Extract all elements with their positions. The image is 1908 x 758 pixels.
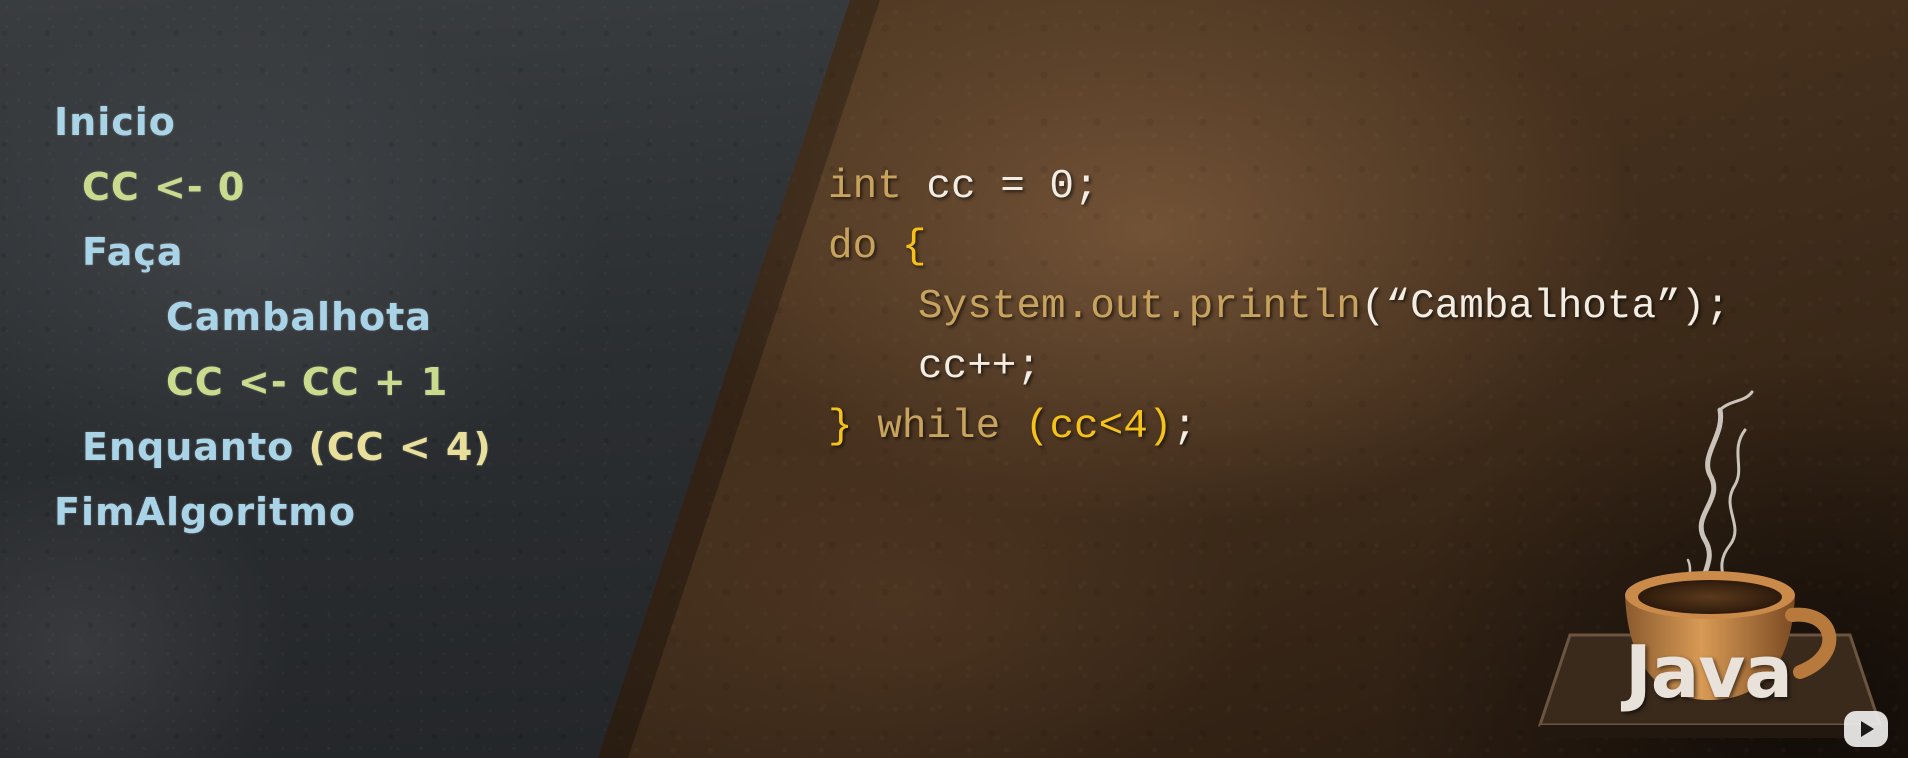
java-semicolon: ; [1172,404,1198,450]
java-line-2: do { [828,224,926,270]
pseudo-line-cambalhota: Cambalhota [166,295,432,339]
java-declaration: cc = 0; [901,164,1099,210]
youtube-play-icon[interactable] [1843,710,1889,748]
pseudo-line-enquanto: Enquanto (CC < 4) [82,425,492,469]
java-line-3: System.out.println(“Cambalhota”); [918,284,1730,330]
java-while-condition: (cc<4) [1024,404,1173,450]
pseudo-enquanto-keyword: Enquanto [82,425,309,469]
java-line-5: } while (cc<4); [828,404,1197,450]
pseudo-line-fimalgoritmo: FimAlgoritmo [54,490,356,534]
pseudo-line-faca: Faça [82,230,184,274]
java-line-1: int cc = 0; [828,164,1099,210]
java-keyword-do: do [828,224,878,270]
java-keyword-while: while [852,404,1025,450]
java-println-args: (“Cambalhota”); [1360,284,1730,330]
java-line-4: cc++; [918,344,1042,390]
java-logo-text: Java [1625,630,1793,714]
java-println-call: System.out.println [918,284,1361,330]
pseudo-line-assign: CC <- 0 [82,165,246,209]
pseudo-line-increment: CC <- CC + 1 [166,360,449,404]
pseudo-enquanto-condition: (CC < 4) [308,425,492,469]
java-close-brace: } [828,404,853,450]
java-keyword-int: int [828,164,902,210]
video-frame: Inicio CC <- 0 Faça Cambalhota CC <- CC … [0,0,1908,758]
java-open-brace: { [877,224,927,270]
pseudo-line-inicio: Inicio [54,100,176,144]
